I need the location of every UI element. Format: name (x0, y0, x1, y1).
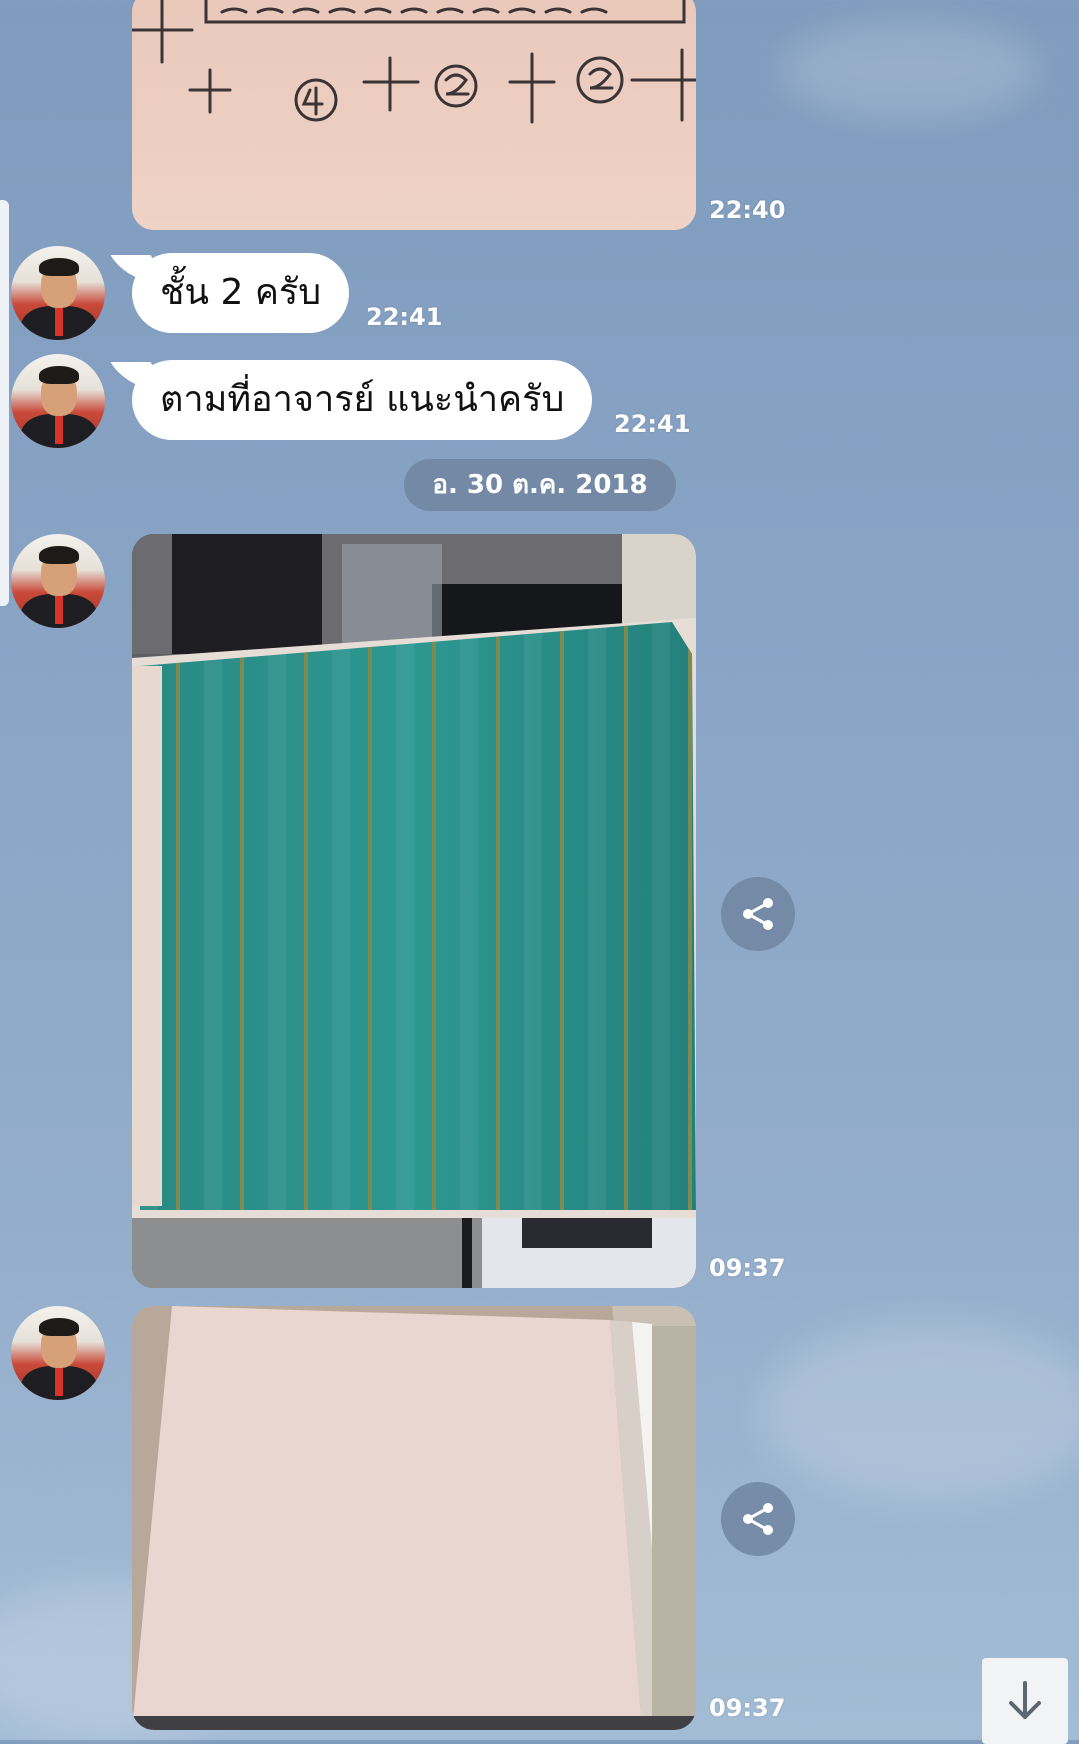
date-separator: อ. 30 ต.ค. 2018 (404, 459, 676, 511)
background-cloud (760, 1320, 1079, 1500)
sender-avatar[interactable] (11, 246, 105, 340)
message-time: 22:41 (366, 303, 443, 331)
message-bubble[interactable]: ชั้น 2 ครับ (132, 253, 350, 333)
sender-avatar[interactable] (11, 1306, 105, 1400)
message-time: 09:37 (709, 1694, 786, 1722)
sketch-drawing (132, 0, 696, 230)
message-time: 22:41 (614, 410, 691, 438)
message-text: ตามที่อาจารย์ แนะนำครับ (160, 379, 565, 420)
image-message-pink-wallpaper[interactable] (132, 1306, 696, 1730)
image-message-green-wallpaper[interactable] (132, 534, 696, 1288)
message-time: 22:40 (709, 196, 786, 224)
share-button[interactable] (721, 1482, 795, 1556)
sender-avatar[interactable] (11, 354, 105, 448)
background-cloud (780, 20, 1040, 120)
image-message-sketch[interactable] (132, 0, 696, 230)
scroll-to-bottom-button[interactable] (982, 1658, 1068, 1744)
message-text: ชั้น 2 ครับ (160, 272, 322, 313)
pink-wallpaper-photo (132, 1306, 696, 1730)
side-drawer-handle[interactable] (0, 200, 9, 606)
share-button[interactable] (721, 877, 795, 951)
share-icon (743, 1503, 773, 1535)
green-wallpaper-photo (132, 534, 696, 1288)
sender-avatar[interactable] (11, 534, 105, 628)
arrow-down-icon (1009, 1681, 1041, 1719)
message-bubble[interactable]: ตามที่อาจารย์ แนะนำครับ (132, 360, 593, 440)
message-time: 09:37 (709, 1254, 786, 1282)
share-icon (743, 898, 773, 930)
